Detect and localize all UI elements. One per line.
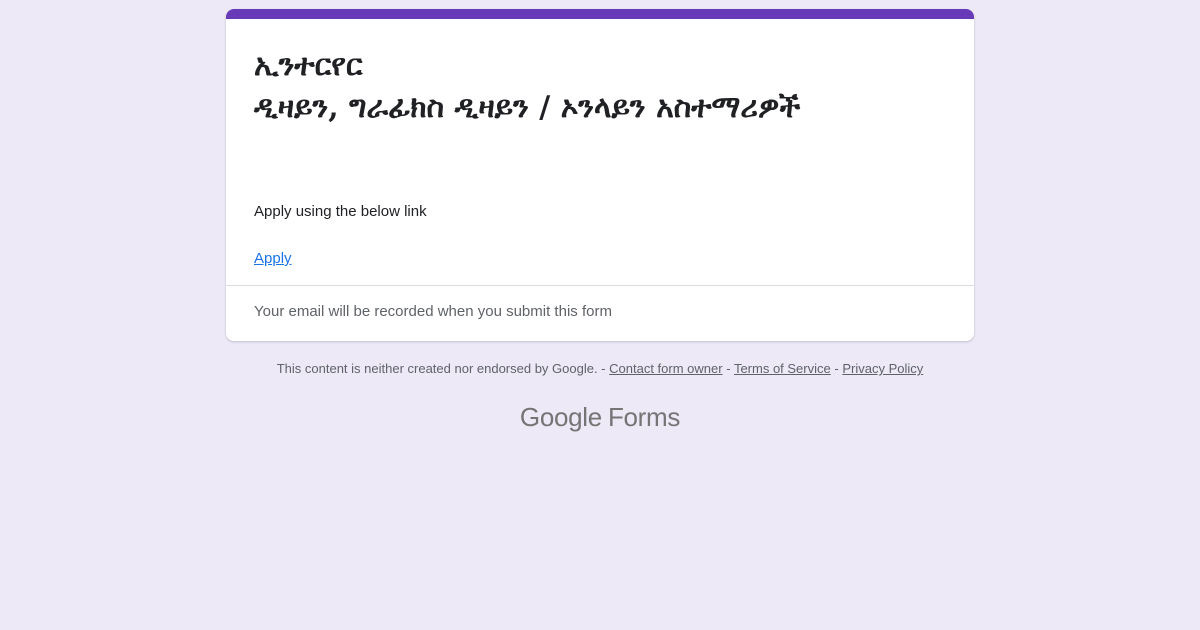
footer-disclaimer: This content is neither created nor endo…: [0, 361, 1200, 376]
privacy-policy-link[interactable]: Privacy Policy: [842, 361, 923, 376]
separator: -: [834, 361, 839, 376]
card-accent-bar: [226, 9, 974, 19]
form-title: ኢንተርየር ዲዛይን, ግራፊክስ ዲዛይን / ኦንላይን አስተማሪዎች: [254, 48, 801, 125]
apply-link[interactable]: Apply: [254, 250, 292, 267]
google-wordmark: Google: [519, 402, 602, 432]
terms-of-service-link[interactable]: Terms of Service: [734, 361, 831, 376]
card-body: ኢንተርየር ዲዛይን, ግራፊክስ ዲዛይን / ኦንላይን አስተማሪዎች …: [226, 19, 974, 285]
page: ኢንተርየር ዲዛይን, ግራፊክስ ዲዛይን / ኦንላይን አስተማሪዎች …: [0, 0, 1200, 630]
separator: -: [726, 361, 731, 376]
disclaimer-text: This content is neither created nor endo…: [276, 361, 606, 376]
contact-form-owner-link[interactable]: Contact form owner: [609, 361, 722, 376]
google-forms-logo[interactable]: Google Forms: [0, 402, 1200, 433]
email-notice: Your email will be recorded when you sub…: [254, 303, 612, 320]
form-header-card: ኢንተርየር ዲዛይን, ግራፊክስ ዲዛይን / ኦንላይን አስተማሪዎች …: [226, 9, 974, 341]
form-description: Apply using the below link: [254, 203, 427, 220]
forms-wordmark: Forms: [607, 402, 681, 432]
